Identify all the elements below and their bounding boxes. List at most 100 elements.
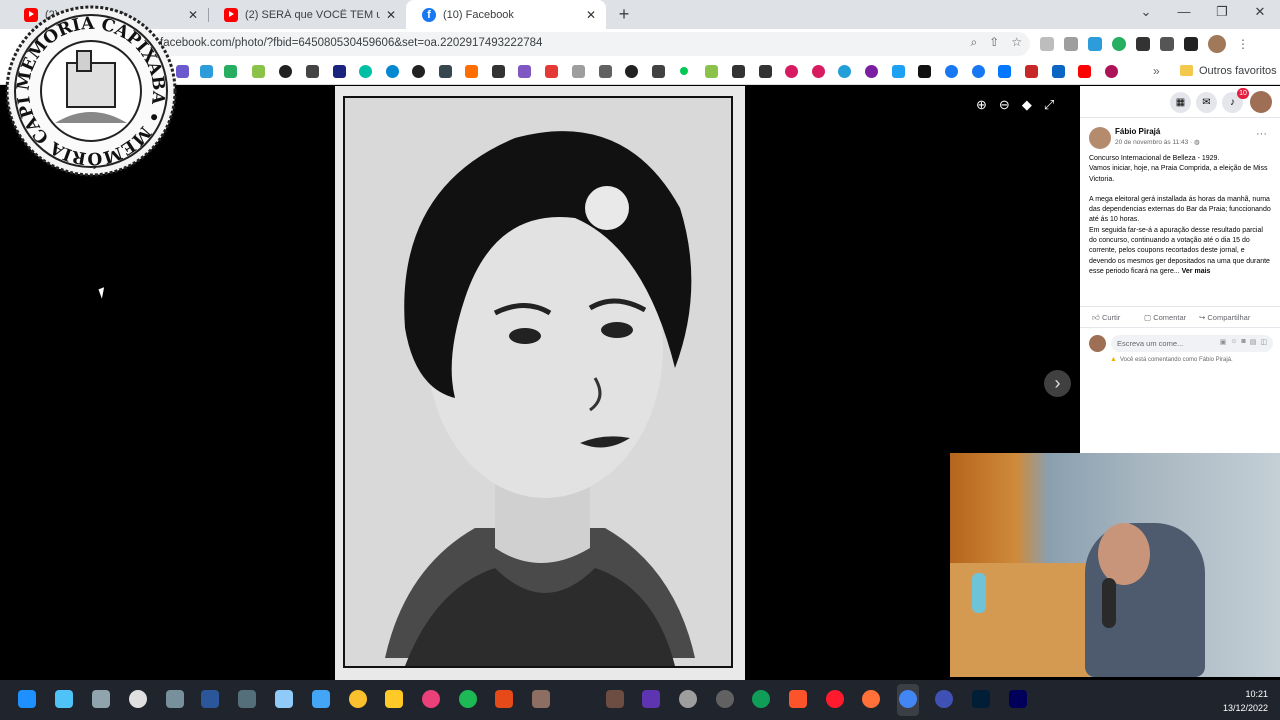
opera-icon[interactable] bbox=[826, 690, 844, 708]
share-button[interactable]: ↪ Compartilhar bbox=[1199, 313, 1250, 322]
media-app-icon[interactable] bbox=[642, 690, 660, 708]
new-tab-button[interactable]: + bbox=[614, 4, 634, 25]
gif-icon[interactable]: ▤ bbox=[1250, 338, 1257, 346]
camera-app-icon[interactable] bbox=[166, 690, 184, 708]
bookmark-icon[interactable] bbox=[918, 65, 931, 78]
store-icon[interactable] bbox=[312, 690, 330, 708]
bookmark-icon[interactable] bbox=[465, 65, 478, 78]
office-icon[interactable] bbox=[495, 690, 513, 708]
bookmark-icon[interactable] bbox=[200, 65, 213, 78]
zoom-in-icon[interactable]: ⊕ bbox=[976, 97, 987, 113]
post-author[interactable]: Fábio Pirajá bbox=[1115, 127, 1160, 136]
bookmark-icon[interactable] bbox=[279, 65, 292, 78]
system-clock[interactable]: 10:21 13/12/2022 bbox=[1223, 687, 1268, 715]
bookmark-icon[interactable] bbox=[359, 65, 372, 78]
file-explorer-icon[interactable] bbox=[385, 690, 403, 708]
maximize-button[interactable]: ❐ bbox=[1212, 4, 1232, 20]
bookmarks-folder-other[interactable]: Outros favoritos bbox=[1199, 65, 1277, 77]
bookmarks-overflow-button[interactable]: » bbox=[1153, 64, 1160, 78]
menu-grid-icon[interactable]: ▦ bbox=[1170, 92, 1191, 113]
comment-button[interactable]: ▢ Comentar bbox=[1144, 313, 1186, 322]
tool-app-icon[interactable] bbox=[716, 690, 734, 708]
tab-search-button[interactable]: ⌄ bbox=[1136, 4, 1156, 20]
see-more-link[interactable]: Ver mais bbox=[1182, 268, 1211, 275]
snipping-tool-icon[interactable] bbox=[238, 690, 256, 708]
bookmark-icon[interactable] bbox=[865, 65, 878, 78]
edge-icon[interactable] bbox=[752, 690, 770, 708]
extension-icon[interactable] bbox=[1064, 37, 1078, 51]
brave-icon[interactable] bbox=[789, 690, 807, 708]
bookmark-icon[interactable] bbox=[972, 65, 985, 78]
bookmark-icon[interactable] bbox=[518, 65, 531, 78]
share-icon[interactable]: ⇧ bbox=[989, 35, 999, 50]
bookmark-icon[interactable] bbox=[945, 65, 958, 78]
audition-icon[interactable] bbox=[1009, 690, 1027, 708]
photoshop-icon[interactable] bbox=[972, 690, 990, 708]
itunes-icon[interactable] bbox=[422, 690, 440, 708]
vivaldi-icon[interactable] bbox=[935, 690, 953, 708]
tab-facebook[interactable]: f (10) Facebook ✕ bbox=[406, 0, 606, 29]
bookmark-icon[interactable] bbox=[252, 65, 265, 78]
word-icon[interactable] bbox=[201, 690, 219, 708]
bookmark-icon[interactable] bbox=[998, 65, 1011, 78]
bookmark-icon[interactable] bbox=[1052, 65, 1065, 78]
bookmark-icon[interactable] bbox=[572, 65, 585, 78]
bookmark-star-icon[interactable]: ☆ bbox=[1011, 35, 1022, 50]
bookmark-icon[interactable] bbox=[545, 65, 558, 78]
bookmark-icon[interactable] bbox=[1078, 65, 1091, 78]
close-window-button[interactable]: ✕ bbox=[1250, 4, 1270, 20]
puzzle-icon[interactable] bbox=[1136, 37, 1150, 51]
reading-list-icon[interactable] bbox=[1160, 37, 1174, 51]
close-icon[interactable]: ✕ bbox=[586, 8, 596, 22]
bookmark-icon[interactable] bbox=[176, 65, 189, 78]
account-avatar[interactable] bbox=[1250, 91, 1272, 113]
extension-icon[interactable] bbox=[1112, 37, 1126, 51]
bookmark-icon[interactable] bbox=[386, 65, 399, 78]
bookmark-icon[interactable] bbox=[652, 65, 665, 78]
bookmark-icon[interactable] bbox=[892, 65, 905, 78]
profile-avatar[interactable] bbox=[1208, 35, 1226, 53]
coin-app-icon[interactable] bbox=[349, 690, 367, 708]
fullscreen-icon[interactable]: ⤢ bbox=[1044, 97, 1054, 113]
minimize-button[interactable]: — bbox=[1174, 4, 1194, 19]
emoji-icon[interactable]: ☺ bbox=[1230, 338, 1237, 346]
bookmark-icon[interactable] bbox=[759, 65, 772, 78]
extension-icon[interactable] bbox=[1088, 37, 1102, 51]
bookmark-icon[interactable] bbox=[439, 65, 452, 78]
settings-gear-icon[interactable] bbox=[679, 690, 697, 708]
close-icon[interactable]: ✕ bbox=[386, 8, 396, 22]
extension-icon[interactable] bbox=[1040, 37, 1054, 51]
windows-start-icon[interactable] bbox=[18, 690, 36, 708]
photos-icon[interactable] bbox=[275, 690, 293, 708]
post-options-button[interactable]: ··· bbox=[1256, 128, 1267, 140]
spotify-icon[interactable] bbox=[459, 690, 477, 708]
app-icon[interactable] bbox=[532, 690, 550, 708]
bookmark-icon[interactable] bbox=[492, 65, 505, 78]
bookmark-icon[interactable] bbox=[1025, 65, 1038, 78]
tag-icon[interactable]: ◆ bbox=[1022, 97, 1032, 113]
zoom-icon[interactable]: ⌕ bbox=[970, 35, 977, 50]
zoom-out-icon[interactable]: ⊖ bbox=[999, 97, 1010, 113]
firefox-icon[interactable] bbox=[862, 690, 880, 708]
address-bar[interactable]: facebook.com/photo/?fbid=645080530459606… bbox=[150, 32, 1030, 56]
calculator-icon[interactable] bbox=[92, 690, 110, 708]
bookmark-icon[interactable] bbox=[412, 65, 425, 78]
close-icon[interactable]: ✕ bbox=[188, 8, 198, 22]
author-avatar[interactable] bbox=[1089, 127, 1111, 149]
bookmark-icon[interactable] bbox=[732, 65, 745, 78]
tab-youtube-2[interactable]: (2) SERÁ que VOCÊ TEM uma NOTA ✕ bbox=[208, 0, 406, 29]
comment-input[interactable]: Escreva um come... ▣ ☺ ◙ ▤ ◫ bbox=[1111, 335, 1273, 352]
bookmark-icon[interactable] bbox=[1105, 65, 1118, 78]
next-photo-button[interactable]: › bbox=[1044, 370, 1071, 397]
bookmark-icon[interactable] bbox=[333, 65, 346, 78]
side-panel-icon[interactable] bbox=[1184, 37, 1198, 51]
like-button[interactable]: 👍︎ Curtir bbox=[1092, 313, 1120, 323]
notepad-icon[interactable] bbox=[55, 690, 73, 708]
bookmark-icon[interactable] bbox=[785, 65, 798, 78]
bookmark-icon[interactable] bbox=[224, 65, 237, 78]
avatar-sticker-icon[interactable]: ▣ bbox=[1220, 338, 1227, 346]
bookmark-icon[interactable] bbox=[838, 65, 851, 78]
bookmark-icon[interactable] bbox=[680, 67, 688, 75]
sticker-icon[interactable]: ◫ bbox=[1260, 338, 1267, 346]
bookmark-icon[interactable] bbox=[705, 65, 718, 78]
